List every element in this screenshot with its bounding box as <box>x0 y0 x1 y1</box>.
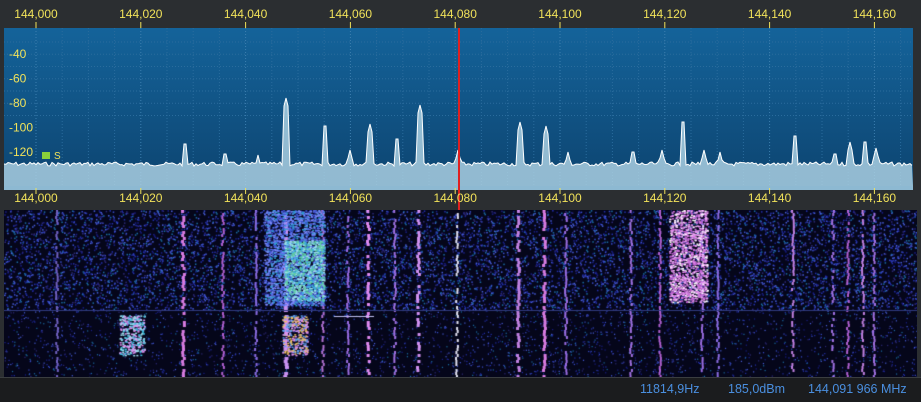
level-readout: 185,0dBm <box>728 382 785 396</box>
db-label: -40 <box>9 47 27 61</box>
sdr-receiver-window: S 144,000 144,020 144,040 144,060 144,080 144… <box>0 0 921 402</box>
db-label: -60 <box>9 72 27 86</box>
db-label: -100 <box>9 121 33 135</box>
waterfall-display[interactable] <box>4 210 917 377</box>
top-freq-label: 144,140 <box>748 7 792 21</box>
frequency-readout: 144,091 966 MHz <box>808 382 907 396</box>
top-freq-label: 144,160 <box>853 7 897 21</box>
squelch-marker[interactable] <box>42 152 50 159</box>
spectrum-display[interactable]: S 144,000 144,020 144,040 144,060 144,080 144… <box>0 0 921 210</box>
status-bar: 11814,9Hz 185,0dBm 144,091 966 MHz <box>0 377 921 402</box>
top-freq-label: 144,100 <box>538 7 582 21</box>
db-label: -120 <box>9 145 33 159</box>
top-freq-label: 144,000 <box>14 7 58 21</box>
frequency-axis-bottom: 144,000 144,020 144,040 144,060 144,080 144,1… <box>14 188 896 205</box>
top-freq-label: 144,020 <box>119 7 163 21</box>
db-label: -80 <box>9 96 27 110</box>
top-freq-label: 144,080 <box>434 7 478 21</box>
squelch-label: S <box>54 151 61 162</box>
top-freq-label: 144,120 <box>643 7 687 21</box>
top-freq-label: 144,060 <box>329 7 373 21</box>
offset-readout: 11814,9Hz <box>640 382 700 396</box>
top-freq-label: 144,040 <box>224 7 268 21</box>
